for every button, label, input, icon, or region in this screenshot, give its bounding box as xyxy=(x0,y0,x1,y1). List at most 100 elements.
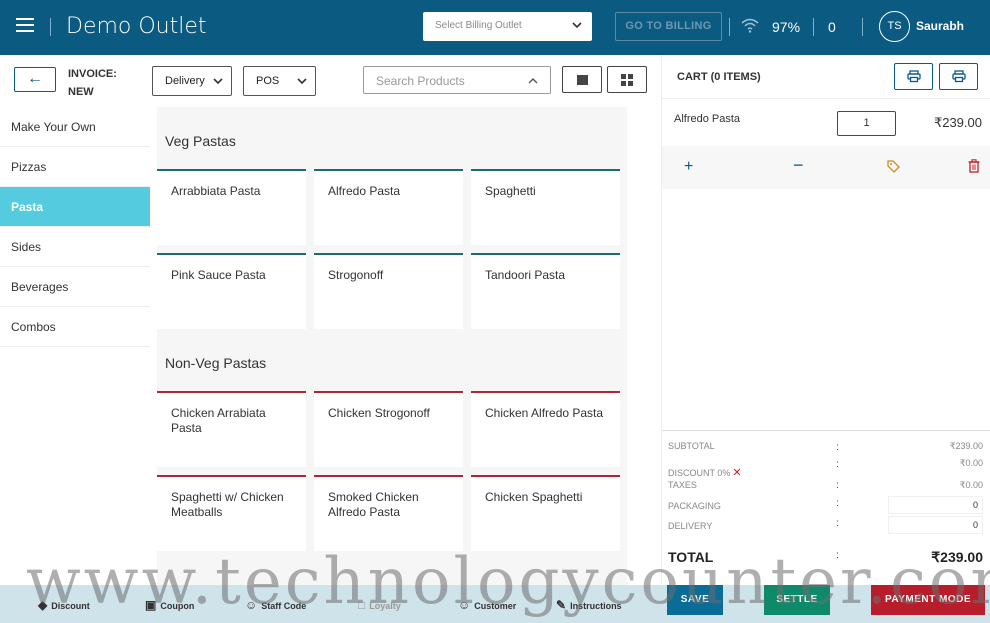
staff-code-button[interactable]: ☺ Staff Code xyxy=(245,598,306,612)
loyalty-button[interactable]: □ Loyalty xyxy=(358,598,401,612)
coupon-button[interactable]: ▣ Coupon xyxy=(145,598,194,612)
products-panel: ← INVOICE: NEW Delivery POS Search Produ… xyxy=(0,55,661,585)
packaging-row: PACKAGING : 0 xyxy=(668,496,983,514)
gift-icon: □ xyxy=(358,598,366,612)
top-bar: Demo Outlet Select Billing Outlet GO TO … xyxy=(0,0,990,55)
loyalty-button-label: Loyalty xyxy=(369,601,401,611)
print-kot-button[interactable] xyxy=(894,63,933,90)
cart-item-row: Alfredo Pasta 1 ₹239.00 xyxy=(662,98,990,146)
square-icon xyxy=(577,75,588,85)
grid-icon xyxy=(621,74,634,86)
search-placeholder: Search Products xyxy=(376,74,465,88)
product-card[interactable]: Tandoori Pasta xyxy=(471,253,620,329)
chevron-up-icon xyxy=(528,74,538,88)
plus-icon[interactable]: + xyxy=(684,158,693,176)
chevron-down-icon xyxy=(213,76,223,88)
printer-icon xyxy=(907,70,921,83)
product-card[interactable]: Chicken Alfredo Pasta xyxy=(471,391,620,467)
back-arrow-icon[interactable]: ← xyxy=(14,67,56,92)
signal-percent: 97% xyxy=(772,19,801,35)
mode-value: POS xyxy=(256,75,280,87)
save-button[interactable]: SAVE xyxy=(667,585,723,615)
discount-button[interactable]: ◆ Discount xyxy=(38,598,90,612)
delivery-row: DELIVERY : 0 xyxy=(668,516,983,534)
discount-value: ₹0.00 xyxy=(959,458,983,468)
product-card[interactable]: Chicken Strogonoff xyxy=(314,391,463,467)
product-card[interactable]: Pink Sauce Pasta xyxy=(157,253,306,329)
divider xyxy=(50,18,51,36)
order-type-select[interactable]: Delivery xyxy=(152,66,232,96)
product-grid: Veg Pastas Arrabbiata Pasta Alfredo Past… xyxy=(157,107,627,585)
category-item[interactable]: Combos xyxy=(0,307,150,347)
product-card[interactable]: Strogonoff xyxy=(314,253,463,329)
totals-panel: SUBTOTAL : ₹239.00 DISCOUNT 0% ✕ : ₹0.00 … xyxy=(662,430,990,585)
payment-mode-button[interactable]: PAYMENT MODE xyxy=(871,585,985,615)
cart-item-name: Alfredo Pasta xyxy=(674,113,741,125)
subtotal-row: SUBTOTAL : ₹239.00 xyxy=(668,441,983,453)
grid-view-button[interactable] xyxy=(607,66,647,93)
print-bill-button[interactable] xyxy=(939,63,978,90)
user-icon: ☺ xyxy=(458,598,471,612)
settle-button[interactable]: SETTLE xyxy=(764,585,830,615)
product-card[interactable]: Alfredo Pasta xyxy=(314,169,463,245)
product-card[interactable]: Smoked Chicken Alfredo Pasta xyxy=(314,475,463,551)
cart-item-actions: + − xyxy=(662,146,990,189)
user-name[interactable]: Saurabh xyxy=(916,19,964,33)
discount-label: DISCOUNT 0% xyxy=(668,468,731,478)
avatar[interactable]: TS xyxy=(879,11,910,42)
subtotal-label: SUBTOTAL xyxy=(668,441,715,451)
product-card[interactable]: Chicken Arrabiata Pasta xyxy=(157,391,306,467)
category-item-active[interactable]: Pasta xyxy=(0,187,150,227)
section-title: Veg Pastas xyxy=(165,133,236,149)
customer-button-label: Customer xyxy=(474,601,517,611)
billing-outlet-select[interactable]: Select Billing Outlet xyxy=(423,12,592,41)
instructions-button[interactable]: ✎ Instructions xyxy=(556,598,622,612)
tag-icon[interactable] xyxy=(887,160,900,178)
trash-icon[interactable] xyxy=(968,159,980,178)
product-card[interactable]: Chicken Spaghetti xyxy=(471,475,620,551)
cart-icon: ▣ xyxy=(145,598,157,612)
product-card[interactable]: Spaghetti xyxy=(471,169,620,245)
delivery-input[interactable]: 0 xyxy=(888,516,983,534)
list-view-button[interactable] xyxy=(562,66,602,93)
bottom-action-bar: ◆ Discount ▣ Coupon ☺ Staff Code □ Loyalty ☺… xyxy=(0,585,990,623)
discount-icon: ◆ xyxy=(38,598,48,612)
divider xyxy=(729,18,730,36)
discount-row: DISCOUNT 0% ✕ : ₹0.00 xyxy=(668,458,983,479)
minus-icon[interactable]: − xyxy=(793,155,804,176)
packaging-input[interactable]: 0 xyxy=(888,496,983,514)
cart-panel: CART (0 ITEMS) Alfredo Pasta 1 ₹239.00 +… xyxy=(661,55,990,585)
staff-icon: ☺ xyxy=(245,598,258,612)
quantity-input[interactable]: 1 xyxy=(837,111,896,136)
hamburger-menu-icon[interactable] xyxy=(16,18,34,34)
coupon-button-label: Coupon xyxy=(160,601,195,611)
cart-title: CART (0 ITEMS) xyxy=(677,71,761,83)
taxes-label: TAXES xyxy=(668,480,697,490)
notification-count[interactable]: 0 xyxy=(828,19,836,35)
product-card[interactable]: Arrabbiata Pasta xyxy=(157,169,306,245)
search-input[interactable]: Search Products xyxy=(363,66,551,94)
total-value: ₹239.00 xyxy=(931,549,983,565)
category-list: Make Your Own Pizzas Pasta Sides Beverag… xyxy=(0,107,150,347)
total-row: TOTAL : ₹239.00 xyxy=(668,549,983,565)
subtotal-value: ₹239.00 xyxy=(949,441,983,451)
total-label: TOTAL xyxy=(668,549,714,565)
outlet-title: Demo Outlet xyxy=(66,14,207,39)
section-title: Non-Veg Pastas xyxy=(165,355,267,371)
category-item[interactable]: Pizzas xyxy=(0,147,150,187)
go-to-billing-button[interactable]: GO TO BILLING xyxy=(615,12,722,41)
invoice-label: INVOICE: NEW xyxy=(68,68,117,98)
mode-select[interactable]: POS xyxy=(243,66,316,96)
category-item[interactable]: Make Your Own xyxy=(0,107,150,147)
packaging-label: PACKAGING xyxy=(668,501,721,511)
remove-discount-icon[interactable]: ✕ xyxy=(732,467,741,479)
category-item[interactable]: Sides xyxy=(0,227,150,267)
category-item[interactable]: Beverages xyxy=(0,267,150,307)
billing-outlet-placeholder: Select Billing Outlet xyxy=(435,20,522,31)
product-card[interactable]: Spaghetti w/ Chicken Meatballs xyxy=(157,475,306,551)
taxes-value: ₹0.00 xyxy=(959,480,983,490)
customer-button[interactable]: ☺ Customer xyxy=(458,598,516,612)
taxes-row: TAXES : ₹0.00 xyxy=(668,480,983,491)
discount-button-label: Discount xyxy=(51,601,90,611)
chevron-down-icon xyxy=(572,21,582,32)
